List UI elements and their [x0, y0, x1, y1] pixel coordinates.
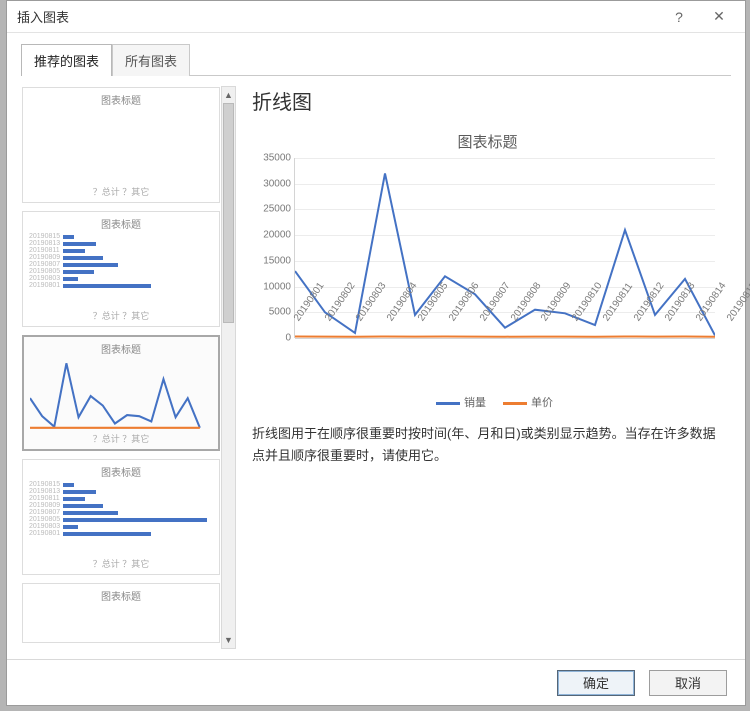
- thumbnail-caption: ？总计 ？其它: [30, 432, 212, 445]
- thumbnails-panel: 图表标题: [21, 86, 236, 649]
- dialog-content: 图表标题: [7, 76, 745, 659]
- scroll-up-icon[interactable]: ▲: [222, 87, 235, 103]
- titlebar: 插入图表 ? ✕: [7, 1, 745, 33]
- preview-panel: 折线图 图表标题 0 5000 10000 15000 20000 25000 30000 3…: [244, 86, 731, 649]
- thumbnail-caption: ？总计 ？其它: [29, 309, 213, 322]
- thumbnail-caption: ？总计 ？其它: [29, 185, 213, 198]
- chart-description: 折线图用于在顺序很重要时按时间(年、月和日)或类别显示趋势。当存在许多数据点并且…: [250, 423, 725, 467]
- thumbnail-title: 图表标题: [29, 464, 213, 479]
- x-tick-label: 20190815: [725, 281, 750, 324]
- legend-label-2: 单价: [531, 397, 553, 409]
- tab-all-charts[interactable]: 所有图表: [112, 44, 190, 76]
- chart-thumbnail-line[interactable]: 图表标题 ？总计 ？其它: [22, 335, 220, 451]
- scrollbar-track[interactable]: [222, 103, 235, 632]
- thumbnail-plot: 20190815 20190813 20190811 20190809 2019…: [29, 481, 213, 557]
- chart-preview[interactable]: 图表标题 0 5000 10000 15000 20000 25000 30000 35000…: [250, 123, 725, 413]
- thumbnail-caption: ？总计 ？其它: [29, 557, 213, 570]
- chart-thumbnail-column-2[interactable]: 图表标题: [22, 583, 220, 643]
- y-tick-label: 35000: [257, 153, 291, 164]
- chart-thumbnail-bar-2[interactable]: 图表标题 20190815 20190813 20190811 20190809…: [22, 459, 220, 575]
- y-tick-label: 5000: [257, 307, 291, 318]
- tab-recommended[interactable]: 推荐的图表: [21, 44, 112, 76]
- y-tick-label: 10000: [257, 281, 291, 292]
- thumbnail-title: 图表标题: [29, 92, 213, 107]
- thumbnail-title: 图表标题: [30, 341, 212, 356]
- chart-thumbnail-column[interactable]: 图表标题: [22, 87, 220, 203]
- dialog-title: 插入图表: [17, 7, 659, 26]
- chart-type-heading: 折线图: [252, 86, 725, 115]
- y-tick-label: 20000: [257, 230, 291, 241]
- y-tick-label: 25000: [257, 204, 291, 215]
- legend-swatch-2: [503, 402, 527, 405]
- y-tick-label: 15000: [257, 255, 291, 266]
- chart-thumbnail-bar[interactable]: 图表标题 20190815 20190813 20190811 20190809…: [22, 211, 220, 327]
- help-button[interactable]: ?: [659, 3, 699, 31]
- legend-label-1: 销量: [464, 397, 486, 409]
- thumbnail-title: 图表标题: [29, 588, 213, 603]
- chart-title: 图表标题: [256, 131, 719, 152]
- dialog-footer: 确定 取消: [7, 659, 745, 705]
- legend-swatch-1: [436, 402, 460, 405]
- close-button[interactable]: ✕: [699, 3, 739, 31]
- thumbnail-plot: 20190815 20190813 20190811 20190809 2019…: [29, 233, 213, 309]
- scroll-down-icon[interactable]: ▼: [222, 632, 235, 648]
- scrollbar-thumb[interactable]: [223, 103, 234, 323]
- chart-x-axis: 2019080120190802201908032019080420190805…: [288, 317, 721, 377]
- chart-legend: 销量 单价: [256, 394, 719, 410]
- thumbnail-list[interactable]: 图表标题: [21, 86, 221, 649]
- thumbnail-plot: [29, 605, 213, 638]
- tab-strip: 推荐的图表 所有图表: [7, 33, 745, 75]
- thumbnail-plot: [30, 358, 212, 432]
- thumbnail-plot: [29, 109, 213, 185]
- thumbnail-title: 图表标题: [29, 216, 213, 231]
- insert-chart-dialog: 插入图表 ? ✕ 推荐的图表 所有图表 图表标题: [6, 0, 746, 706]
- y-tick-label: 0: [257, 333, 291, 344]
- ok-button[interactable]: 确定: [557, 670, 635, 696]
- thumbnail-scrollbar[interactable]: ▲ ▼: [221, 86, 236, 649]
- cancel-button[interactable]: 取消: [649, 670, 727, 696]
- y-tick-label: 30000: [257, 178, 291, 189]
